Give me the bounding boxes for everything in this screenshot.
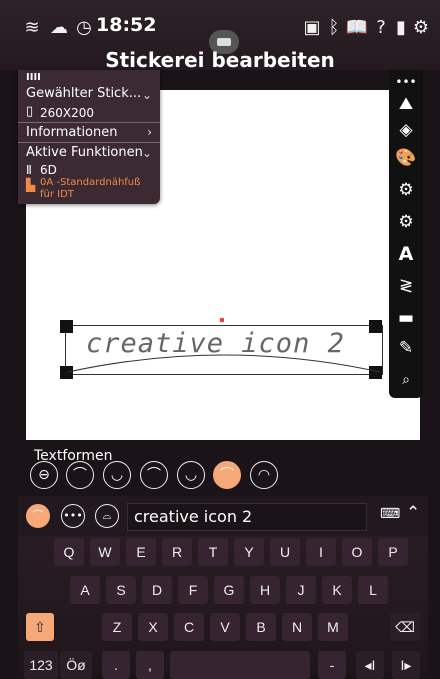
key-t[interactable]: T	[198, 538, 228, 566]
key-l[interactable]: L	[358, 576, 388, 604]
book-icon[interactable]: 📖	[346, 14, 368, 40]
stitch-icon[interactable]: ≷	[389, 274, 423, 298]
dash-key[interactable]: -	[318, 651, 346, 679]
shape-wave-button[interactable]: ◠	[250, 461, 278, 489]
informationen-item[interactable]: Informationen	[26, 125, 118, 140]
bluetooth-icon: ᛒ	[328, 16, 340, 38]
layers-icon[interactable]: ◈	[389, 118, 423, 142]
settings-icon[interactable]: ⚙	[412, 14, 430, 40]
presser-foot-value: 0A -Standardnähfuß für IDT	[40, 177, 141, 200]
key-k[interactable]: K	[322, 576, 352, 604]
status-time: 18:52	[96, 14, 157, 36]
embroidery-text[interactable]: creative icon 2	[86, 328, 345, 359]
shape-bridge-down-button[interactable]: ◡	[177, 461, 205, 489]
active-functions-label[interactable]: Aktive Funktionen	[26, 145, 143, 160]
key-e[interactable]: E	[126, 538, 156, 566]
special-chars-key[interactable]: Öø	[60, 651, 92, 679]
backspace-key[interactable]: ⌫	[390, 613, 420, 641]
hoop-size: 260X200	[40, 106, 95, 120]
presser-foot-icon: ▙	[26, 178, 36, 192]
key-x[interactable]: X	[138, 613, 168, 641]
divider	[18, 142, 160, 143]
key-b[interactable]: B	[246, 613, 276, 641]
resize-handle-top-right[interactable]	[369, 320, 382, 333]
period-key[interactable]: .	[102, 651, 130, 679]
key-q[interactable]: Q	[54, 538, 84, 566]
top-bar: ≋ ☁ ◷ ▣ ᛒ 📖 ? ▮ ⚙ 18:52 Stickerei bearbe…	[0, 0, 440, 72]
shape-bridge-up-button[interactable]: ⌒	[140, 461, 168, 489]
status-bar: ≋ ☁ ◷ ▣ ᛒ 📖 ? ▮ ⚙	[0, 14, 440, 54]
tablet-icon[interactable]: ▮	[392, 14, 410, 40]
key-s[interactable]: S	[106, 576, 136, 604]
divider	[18, 122, 160, 123]
text-icon[interactable]: A	[389, 242, 423, 266]
page-title: Stickerei bearbeiten	[105, 48, 335, 72]
shape-arc-up-button[interactable]: ⌒	[66, 461, 94, 489]
cursor-left-key[interactable]: ◂I	[356, 651, 384, 679]
chevron-down-icon[interactable]: ⌄	[142, 88, 152, 102]
settings-plus-icon[interactable]: ⚙	[389, 210, 423, 234]
key-w[interactable]: W	[90, 538, 120, 566]
cloud-off-icon: ☁	[50, 16, 68, 38]
key-r[interactable]: R	[162, 538, 192, 566]
resize-handle-top-left[interactable]	[60, 320, 73, 333]
rotation-marker[interactable]	[220, 318, 224, 322]
key-m[interactable]: M	[318, 613, 348, 641]
text-shape-toggle-button[interactable]: ⌒	[26, 504, 50, 528]
chevron-right-icon[interactable]: ›	[147, 125, 152, 139]
shape-arc-down-button[interactable]: ◡	[103, 461, 131, 489]
palette-icon[interactable]: 🎨	[389, 146, 423, 170]
layer-hoop-icon[interactable]: ⛰	[389, 92, 423, 116]
key-u[interactable]: U	[270, 538, 300, 566]
info-panel: IIII Gewählter Stick... ⌄ ▯ 260X200 Info…	[18, 70, 160, 204]
key-h[interactable]: H	[250, 576, 280, 604]
key-v[interactable]: V	[210, 613, 240, 641]
shape-arc-text-button[interactable]: ⌒	[213, 461, 241, 489]
search-icon[interactable]: ⌕	[389, 368, 423, 392]
chevron-down-icon[interactable]: ⌄	[142, 146, 152, 160]
chevron-up-icon[interactable]: ⌃	[406, 503, 420, 523]
key-c[interactable]: C	[174, 613, 204, 641]
cursor-right-key[interactable]: I▸	[392, 651, 420, 679]
key-f[interactable]: F	[178, 576, 208, 604]
space-key[interactable]	[170, 651, 310, 679]
needle-icon: Ⅱ	[26, 163, 32, 177]
wifi-icon: ≋	[24, 16, 40, 38]
cast-icon: ▣	[303, 16, 321, 38]
shape-straight-button[interactable]: ⊖	[30, 461, 58, 489]
comma-key[interactable]: ,	[136, 651, 164, 679]
edit-icon[interactable]: ✎	[389, 336, 423, 360]
key-z[interactable]: Z	[102, 613, 132, 641]
key-i[interactable]: I	[306, 538, 336, 566]
keyboard-icon[interactable]: ⌨	[380, 506, 400, 522]
key-n[interactable]: N	[282, 613, 312, 641]
folder-icon[interactable]: ▬	[389, 306, 423, 330]
help-icon[interactable]: ?	[372, 14, 390, 40]
panel-drag-handle[interactable]: IIII	[26, 72, 41, 83]
key-j[interactable]: J	[286, 576, 316, 604]
key-o[interactable]: O	[342, 538, 372, 566]
selected-stitch-label[interactable]: Gewählter Stick...	[26, 86, 141, 101]
key-d[interactable]: D	[142, 576, 172, 604]
text-arc-button[interactable]: ⌓	[95, 504, 119, 528]
key-g[interactable]: G	[214, 576, 244, 604]
hoop-icon: ▯	[26, 104, 34, 119]
numbers-key[interactable]: 123	[24, 651, 58, 679]
key-a[interactable]: A	[70, 576, 100, 604]
clock-icon: ◷	[76, 16, 92, 38]
gear-icon[interactable]: ⚙	[389, 178, 423, 202]
shift-key[interactable]: ⇧	[26, 613, 54, 641]
key-y[interactable]: Y	[234, 538, 264, 566]
text-input[interactable]: creative icon 2	[127, 503, 367, 531]
dots-button[interactable]: •••	[61, 504, 85, 528]
needle-value: 6D	[40, 163, 57, 177]
right-toolbar: ••• ⛰ ◈ 🎨 ⚙ ⚙ A ≷ ▬ ✎ ⌕	[389, 70, 423, 398]
more-icon[interactable]: •••	[389, 70, 423, 94]
key-p[interactable]: P	[378, 538, 408, 566]
